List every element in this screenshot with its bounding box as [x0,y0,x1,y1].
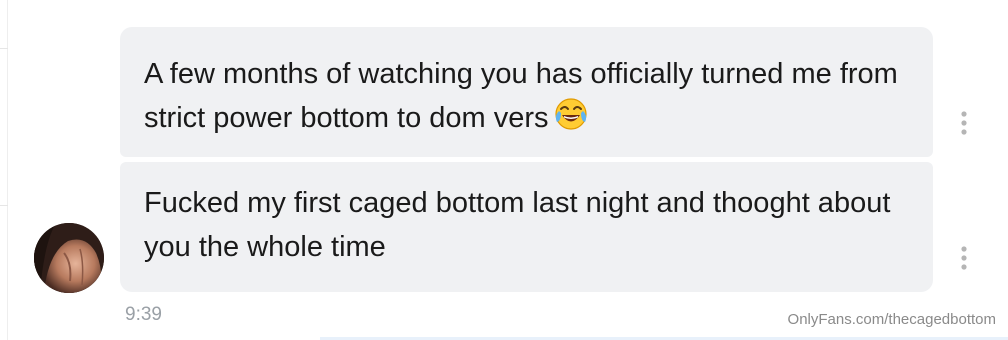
message-options-button[interactable] [956,108,972,138]
message-text-content: A few months of watching you has officia… [144,58,898,134]
vertical-dots-icon [961,111,967,135]
watermark: OnlyFans.com/thecagedbottom [787,311,996,328]
message-bubble[interactable]: Fucked my first caged bottom last night … [120,162,933,292]
message-text: A few months of watching you has officia… [144,52,904,140]
tears-of-joy-emoji-icon [554,98,587,130]
message-timestamp: 9:39 [125,304,162,325]
message-bubble[interactable]: A few months of watching you has officia… [120,27,933,157]
user-avatar-icon [34,223,104,293]
message-text: Fucked my first caged bottom last night … [144,187,891,263]
message-options-button[interactable] [956,243,972,273]
avatar[interactable] [34,223,104,293]
message-thread: A few months of watching you has officia… [0,0,1008,340]
vertical-dots-icon [961,246,967,270]
